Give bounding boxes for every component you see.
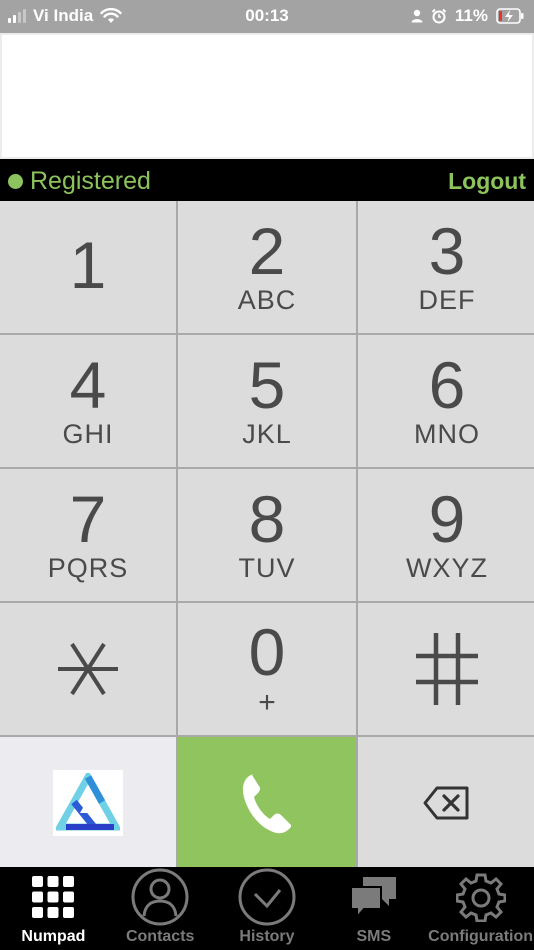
key-6[interactable]: 6 MNO: [358, 335, 534, 467]
key-3[interactable]: 3 DEF: [358, 201, 534, 333]
key-7[interactable]: 7 PQRS: [0, 469, 176, 601]
bottom-tab-bar: Numpad Contacts History SMS Configuratio…: [0, 867, 534, 950]
tab-contacts[interactable]: Contacts: [107, 867, 214, 950]
asterisk-icon: [58, 642, 118, 696]
tab-configuration[interactable]: Configuration: [427, 867, 534, 950]
key-digit: 6: [428, 348, 466, 422]
status-right: 11%: [411, 6, 524, 26]
backspace-button[interactable]: [358, 737, 534, 869]
battery-percent: 11%: [454, 6, 488, 25]
number-display: [0, 33, 534, 159]
key-letters: PQRS: [47, 553, 129, 583]
key-5[interactable]: 5 JKL: [178, 335, 356, 467]
clock-icon: [238, 867, 296, 927]
tab-label: Numpad: [21, 928, 86, 945]
registration-bar: Registered Logout: [0, 159, 534, 201]
grid-icon: [31, 867, 75, 927]
key-0[interactable]: 0 +: [178, 603, 356, 735]
gear-icon: [455, 867, 506, 927]
tab-sms[interactable]: SMS: [320, 867, 427, 950]
phone-icon: [242, 774, 291, 834]
tab-label: Contacts: [125, 928, 195, 945]
key-letters: DEF: [418, 285, 476, 315]
alarm-icon: [431, 8, 447, 24]
tab-label: SMS: [356, 928, 392, 945]
key-digit: 8: [248, 482, 286, 556]
key-9[interactable]: 9 WXYZ: [358, 469, 534, 601]
registration-status: Registered: [8, 167, 151, 196]
keypad: 1 2 ABC 3 DEF 4 GHI 5 JKL 6 MNO 7 PQRS 8…: [0, 201, 534, 869]
status-dot-icon: [8, 174, 23, 189]
hash-icon: [416, 633, 478, 705]
key-8[interactable]: 8 TUV: [178, 469, 356, 601]
tab-label: Configuration: [428, 928, 534, 945]
backspace-icon: [423, 786, 469, 820]
triangle-logo-icon: [56, 773, 120, 831]
key-star[interactable]: [0, 603, 176, 735]
app-logo-button[interactable]: [0, 737, 176, 869]
tab-history[interactable]: History: [214, 867, 321, 950]
key-hash[interactable]: [358, 603, 534, 735]
chat-bubbles-icon: [349, 867, 399, 927]
key-letters: TUV: [238, 553, 296, 583]
key-digit: 0: [248, 615, 286, 689]
key-digit: 7: [69, 482, 107, 556]
key-digit: 2: [248, 214, 286, 288]
key-4[interactable]: 4 GHI: [0, 335, 176, 467]
key-letters: GHI: [62, 419, 114, 449]
registration-status-label: Registered: [30, 167, 151, 195]
key-letters: +: [258, 686, 276, 719]
key-2[interactable]: 2 ABC: [178, 201, 356, 333]
key-1[interactable]: 1: [0, 201, 176, 333]
status-bar: Vi India 00:13 11%: [0, 0, 534, 33]
person-status-icon: [411, 9, 423, 23]
key-digit: 3: [428, 214, 466, 288]
app-logo: [53, 770, 123, 836]
person-icon: [131, 867, 189, 927]
key-digit: 9: [428, 482, 466, 556]
tab-label: History: [239, 928, 295, 945]
key-digit: 5: [248, 348, 286, 422]
key-letters: WXYZ: [406, 553, 488, 583]
call-button[interactable]: [178, 737, 356, 869]
key-letters: JKL: [242, 419, 292, 449]
key-letters: ABC: [237, 285, 297, 315]
battery-charging-icon: [496, 8, 524, 24]
dial-number-input[interactable]: [2, 35, 532, 157]
key-digit: 4: [69, 348, 107, 422]
key-letters: MNO: [414, 419, 480, 449]
logout-button[interactable]: Logout: [448, 168, 526, 195]
tab-numpad[interactable]: Numpad: [0, 867, 107, 950]
key-digit: 1: [69, 228, 107, 302]
